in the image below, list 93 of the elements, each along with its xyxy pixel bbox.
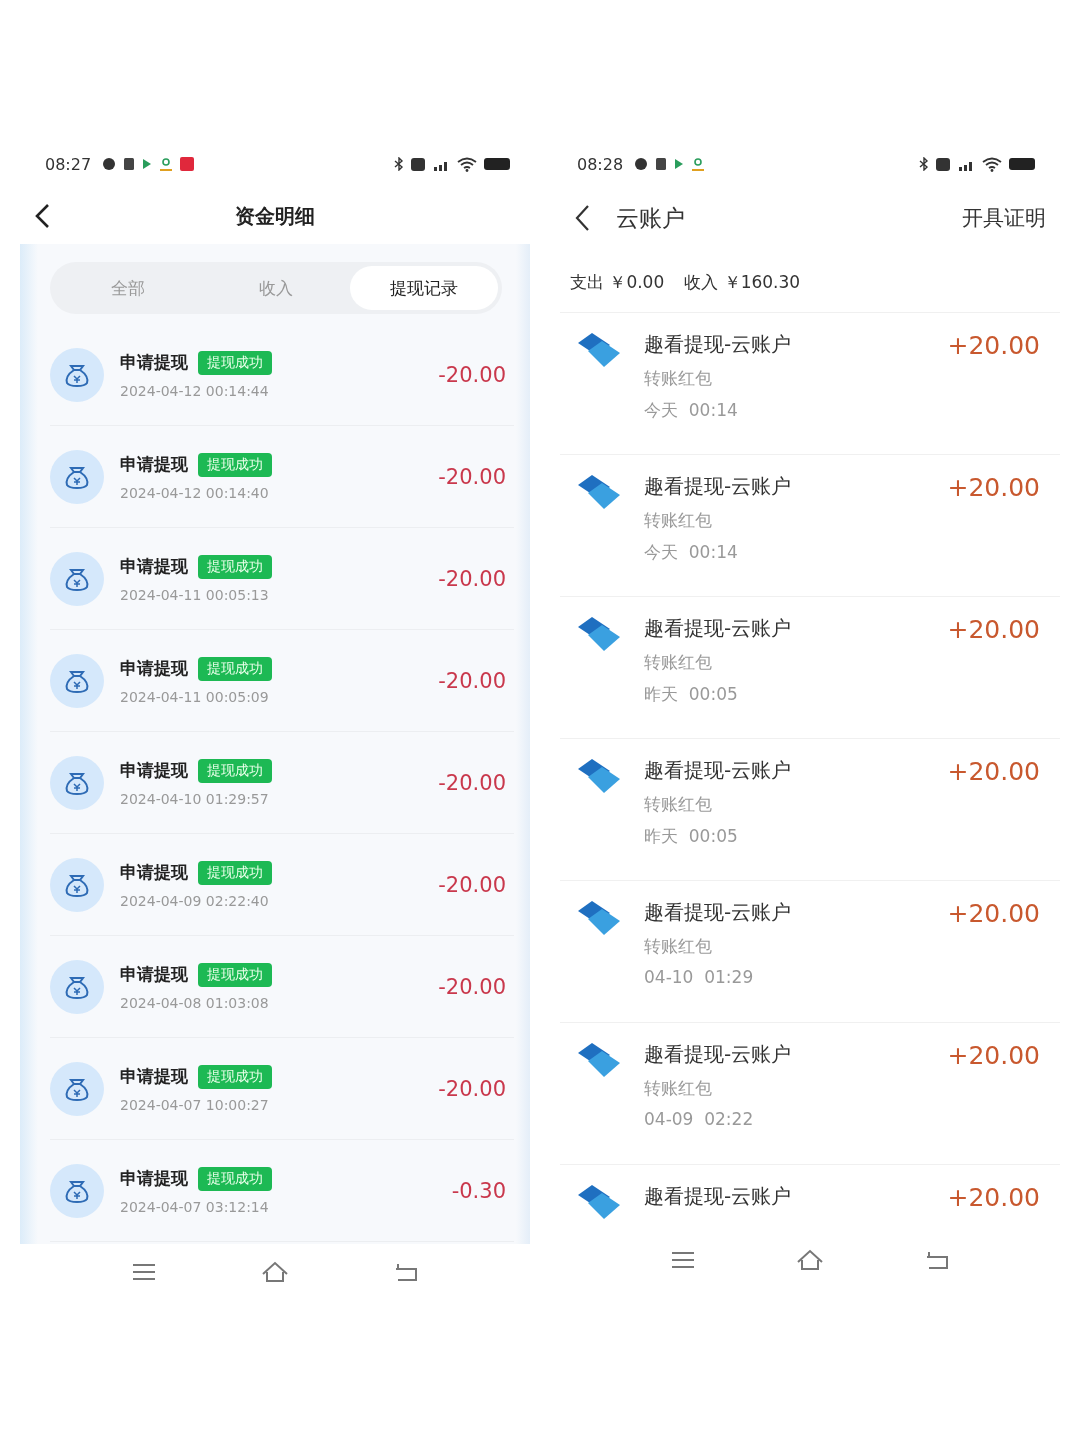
status-time: 08:27: [45, 154, 92, 174]
money-bag-icon: [50, 551, 104, 606]
back-icon[interactable]: [393, 1262, 418, 1282]
record-subtitle: 转账红包: [644, 935, 713, 958]
status-badge: 提现成功: [198, 1166, 272, 1191]
record-amount: +20.00: [947, 615, 1040, 644]
record-time: 04-10 01:29: [644, 967, 755, 987]
record-subtitle: 转账红包: [644, 793, 713, 816]
menu-icon[interactable]: [670, 1250, 695, 1270]
record-title: 申请提现: [120, 351, 188, 374]
record-datetime: 2024-04-10 01:29:57: [120, 790, 270, 807]
money-bag-icon: [50, 1061, 104, 1116]
status-badge: 提现成功: [198, 350, 272, 375]
record-title: 趣看提现-云账户: [644, 331, 793, 358]
status-badge: 提现成功: [198, 1064, 272, 1089]
record-datetime: 2024-04-11 00:05:09: [120, 688, 270, 705]
record-title: 申请提现: [120, 963, 188, 986]
battery-icon: [484, 158, 510, 170]
record-time: 04-09 02:22: [644, 1109, 755, 1129]
money-bag-icon: [50, 653, 104, 708]
record-title: 申请提现: [120, 861, 188, 884]
record-datetime: 2024-04-07 10:00:27: [120, 1096, 270, 1113]
summary-text: 收入 ￥160.30: [684, 270, 801, 294]
status-badge: 提现成功: [198, 452, 272, 477]
record-title: 申请提现: [120, 1167, 188, 1190]
status-badge: 提现成功: [198, 962, 272, 987]
record-amount: -20.00: [438, 668, 506, 693]
bluetooth-icon: [919, 157, 929, 171]
status-badge: 提现成功: [198, 656, 272, 681]
record-amount: +20.00: [947, 331, 1040, 360]
record-amount: +20.00: [947, 473, 1040, 502]
record-title: 趣看提现-云账户: [644, 1183, 793, 1210]
record-title: 趣看提现-云账户: [644, 615, 793, 642]
record-datetime: 2024-04-08 01:03:08: [120, 994, 270, 1011]
money-bag-icon: [50, 755, 104, 810]
money-bag-icon: [50, 1163, 104, 1218]
record-datetime: 2024-04-12 00:14:40: [120, 484, 270, 501]
record-amount: -20.00: [438, 1076, 506, 1101]
record-title: 趣看提现-云账户: [644, 1041, 793, 1068]
record-amount: -20.00: [438, 974, 506, 999]
record-time: 昨天 00:05: [644, 825, 739, 848]
page-title: 资金明细: [235, 202, 315, 230]
wifi-icon: [457, 156, 477, 172]
record-amount: +20.00: [947, 1183, 1040, 1212]
arrow-icon: [142, 158, 153, 170]
arrow-icon: [674, 158, 685, 170]
record-title: 趣看提现-云账户: [644, 899, 793, 926]
record-title: 申请提现: [120, 453, 188, 476]
record-datetime: 2024-04-07 03:12:14: [120, 1198, 270, 1215]
record-amount: +20.00: [947, 899, 1040, 928]
record-subtitle: 转账红包: [644, 651, 713, 674]
certificate-link[interactable]: 开具证明: [962, 204, 1046, 232]
bluetooth-icon: [394, 157, 404, 171]
wifi-icon: [982, 156, 1002, 172]
record-subtitle: 转账红包: [644, 509, 713, 532]
menu-icon[interactable]: [132, 1262, 157, 1282]
status-badge: 提现成功: [198, 860, 272, 885]
record-amount: -20.00: [438, 362, 506, 387]
summary-text: 支出 ￥0.00: [570, 270, 665, 294]
money-bag-icon: [50, 959, 104, 1014]
money-bag-icon: [50, 347, 104, 402]
record-datetime: 2024-04-11 00:05:13: [120, 586, 270, 603]
record-amount: -20.00: [438, 770, 506, 795]
back-icon[interactable]: [925, 1250, 950, 1270]
record-title: 申请提现: [120, 1065, 188, 1088]
money-bag-icon: [50, 449, 104, 504]
record-amount: -0.30: [451, 1178, 506, 1203]
record-amount: -20.00: [438, 566, 506, 591]
home-icon[interactable]: [796, 1249, 824, 1271]
status-badge: 提现成功: [198, 554, 272, 579]
record-subtitle: 转账红包: [644, 1077, 713, 1100]
page-title: 云账户: [616, 203, 685, 233]
status-time: 08:28: [577, 154, 624, 174]
home-icon[interactable]: [261, 1261, 289, 1283]
record-title: 趣看提现-云账户: [644, 473, 793, 500]
record-datetime: 2024-04-09 02:22:40: [120, 892, 270, 909]
record-title: 申请提现: [120, 759, 188, 782]
record-amount: +20.00: [947, 1041, 1040, 1070]
record-amount: -20.00: [438, 464, 506, 489]
record-time: 今天 00:14: [644, 541, 739, 564]
record-subtitle: 转账红包: [644, 367, 713, 390]
record-datetime: 2024-04-12 00:14:44: [120, 382, 270, 399]
record-title: 申请提现: [120, 555, 188, 578]
record-amount: -20.00: [438, 872, 506, 897]
record-title: 申请提现: [120, 657, 188, 680]
tab[interactable]: 提现记录: [350, 266, 498, 310]
record-amount: +20.00: [947, 757, 1040, 786]
record-title: 趣看提现-云账户: [644, 757, 793, 784]
record-time: 昨天 00:05: [644, 683, 739, 706]
record-time: 今天 00:14: [644, 399, 739, 422]
status-badge: 提现成功: [198, 758, 272, 783]
money-bag-icon: [50, 857, 104, 912]
battery-icon: [1009, 158, 1035, 170]
